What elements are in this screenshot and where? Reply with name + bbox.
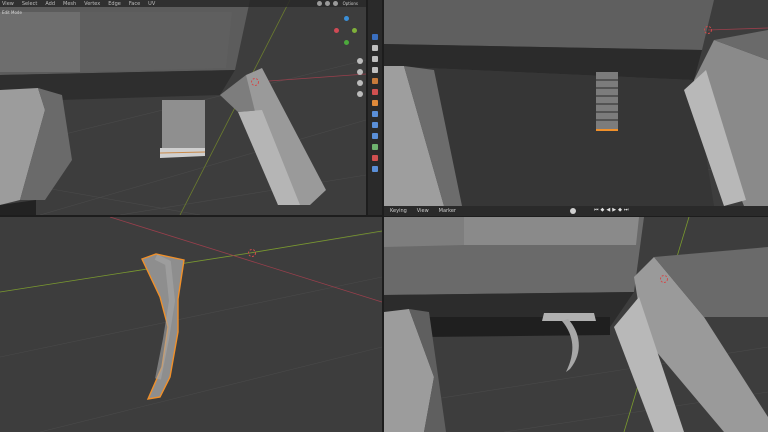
playback-controls: ⏮ ◆ ◀ ▶ ◆ ⏭ (594, 207, 628, 213)
render-icon[interactable] (372, 45, 378, 51)
viewport-top-left-scene (0, 0, 366, 215)
particles-icon[interactable] (372, 122, 378, 128)
menu-vertex[interactable]: Vertex (84, 1, 100, 7)
next-keyframe-icon[interactable]: ◆ (618, 207, 622, 213)
camera-icon[interactable] (357, 80, 363, 86)
physics-icon[interactable] (372, 133, 378, 139)
viewport-bottom-right-scene (384, 217, 768, 432)
viewport-top-right[interactable] (384, 0, 768, 206)
jump-end-icon[interactable]: ⏭ (624, 207, 629, 213)
zoom-icon[interactable] (357, 58, 363, 64)
play-icon[interactable]: ▶ (612, 207, 616, 213)
menu-select[interactable]: Select (22, 1, 37, 7)
menu-uv[interactable]: UV (148, 1, 155, 7)
viewport-bottom-left-scene (0, 217, 382, 432)
world-icon[interactable] (372, 89, 378, 95)
axis-y-icon[interactable] (352, 28, 357, 33)
modifier-icon[interactable] (372, 111, 378, 117)
menu-view[interactable]: View (417, 208, 429, 214)
axis-z-icon[interactable] (344, 16, 349, 21)
viewport-top-left[interactable]: View Select Add Mesh Vertex Edge Face UV… (0, 0, 366, 215)
axis-y-negative-icon[interactable] (344, 40, 349, 45)
viewport-header-tools: Options (316, 0, 360, 7)
grid-icon[interactable] (357, 91, 363, 97)
options-button[interactable]: Options (340, 1, 360, 6)
viewport-bottom-left[interactable] (0, 217, 382, 432)
viewport-top-right-scene (384, 0, 768, 206)
navigation-gizmo[interactable] (332, 16, 362, 50)
menu-mesh[interactable]: Mesh (63, 1, 76, 7)
jump-start-icon[interactable]: ⏮ (594, 207, 599, 213)
menu-marker[interactable]: Marker (439, 208, 456, 214)
selected-curved-object (141, 253, 185, 400)
tool-icon[interactable] (372, 34, 378, 40)
shading-wireframe-icon[interactable] (316, 1, 322, 6)
shading-material-icon[interactable] (332, 1, 338, 6)
view-layer-icon[interactable] (372, 67, 378, 73)
prev-keyframe-icon[interactable]: ◆ (601, 207, 605, 213)
shading-solid-icon[interactable] (324, 1, 330, 6)
timeline-header: Keying View Marker ⏮ ◆ ◀ ▶ ◆ ⏭ (384, 206, 768, 216)
hand-icon[interactable] (357, 69, 363, 75)
menu-keying[interactable]: Keying (390, 208, 407, 214)
data-icon[interactable] (372, 155, 378, 161)
properties-tab-strip (368, 0, 382, 215)
menu-view[interactable]: View (2, 1, 14, 7)
menu-add[interactable]: Add (45, 1, 55, 7)
object-icon[interactable] (372, 100, 378, 106)
viewport-menu-bar: View Select Add Mesh Vertex Edge Face UV (0, 0, 366, 7)
material-icon[interactable] (372, 166, 378, 172)
axis-x-icon[interactable] (334, 28, 339, 33)
menu-face[interactable]: Face (129, 1, 140, 7)
record-icon[interactable] (570, 208, 576, 214)
play-reverse-icon[interactable]: ◀ (606, 207, 610, 213)
mode-label: Edit Mode (2, 10, 22, 15)
constraints-icon[interactable] (372, 144, 378, 150)
menu-edge[interactable]: Edge (108, 1, 121, 7)
selected-edge-loop (596, 72, 618, 131)
viewport-bottom-right[interactable] (384, 217, 768, 432)
scene-icon[interactable] (372, 78, 378, 84)
viewport-side-tools (357, 58, 363, 97)
output-icon[interactable] (372, 56, 378, 62)
